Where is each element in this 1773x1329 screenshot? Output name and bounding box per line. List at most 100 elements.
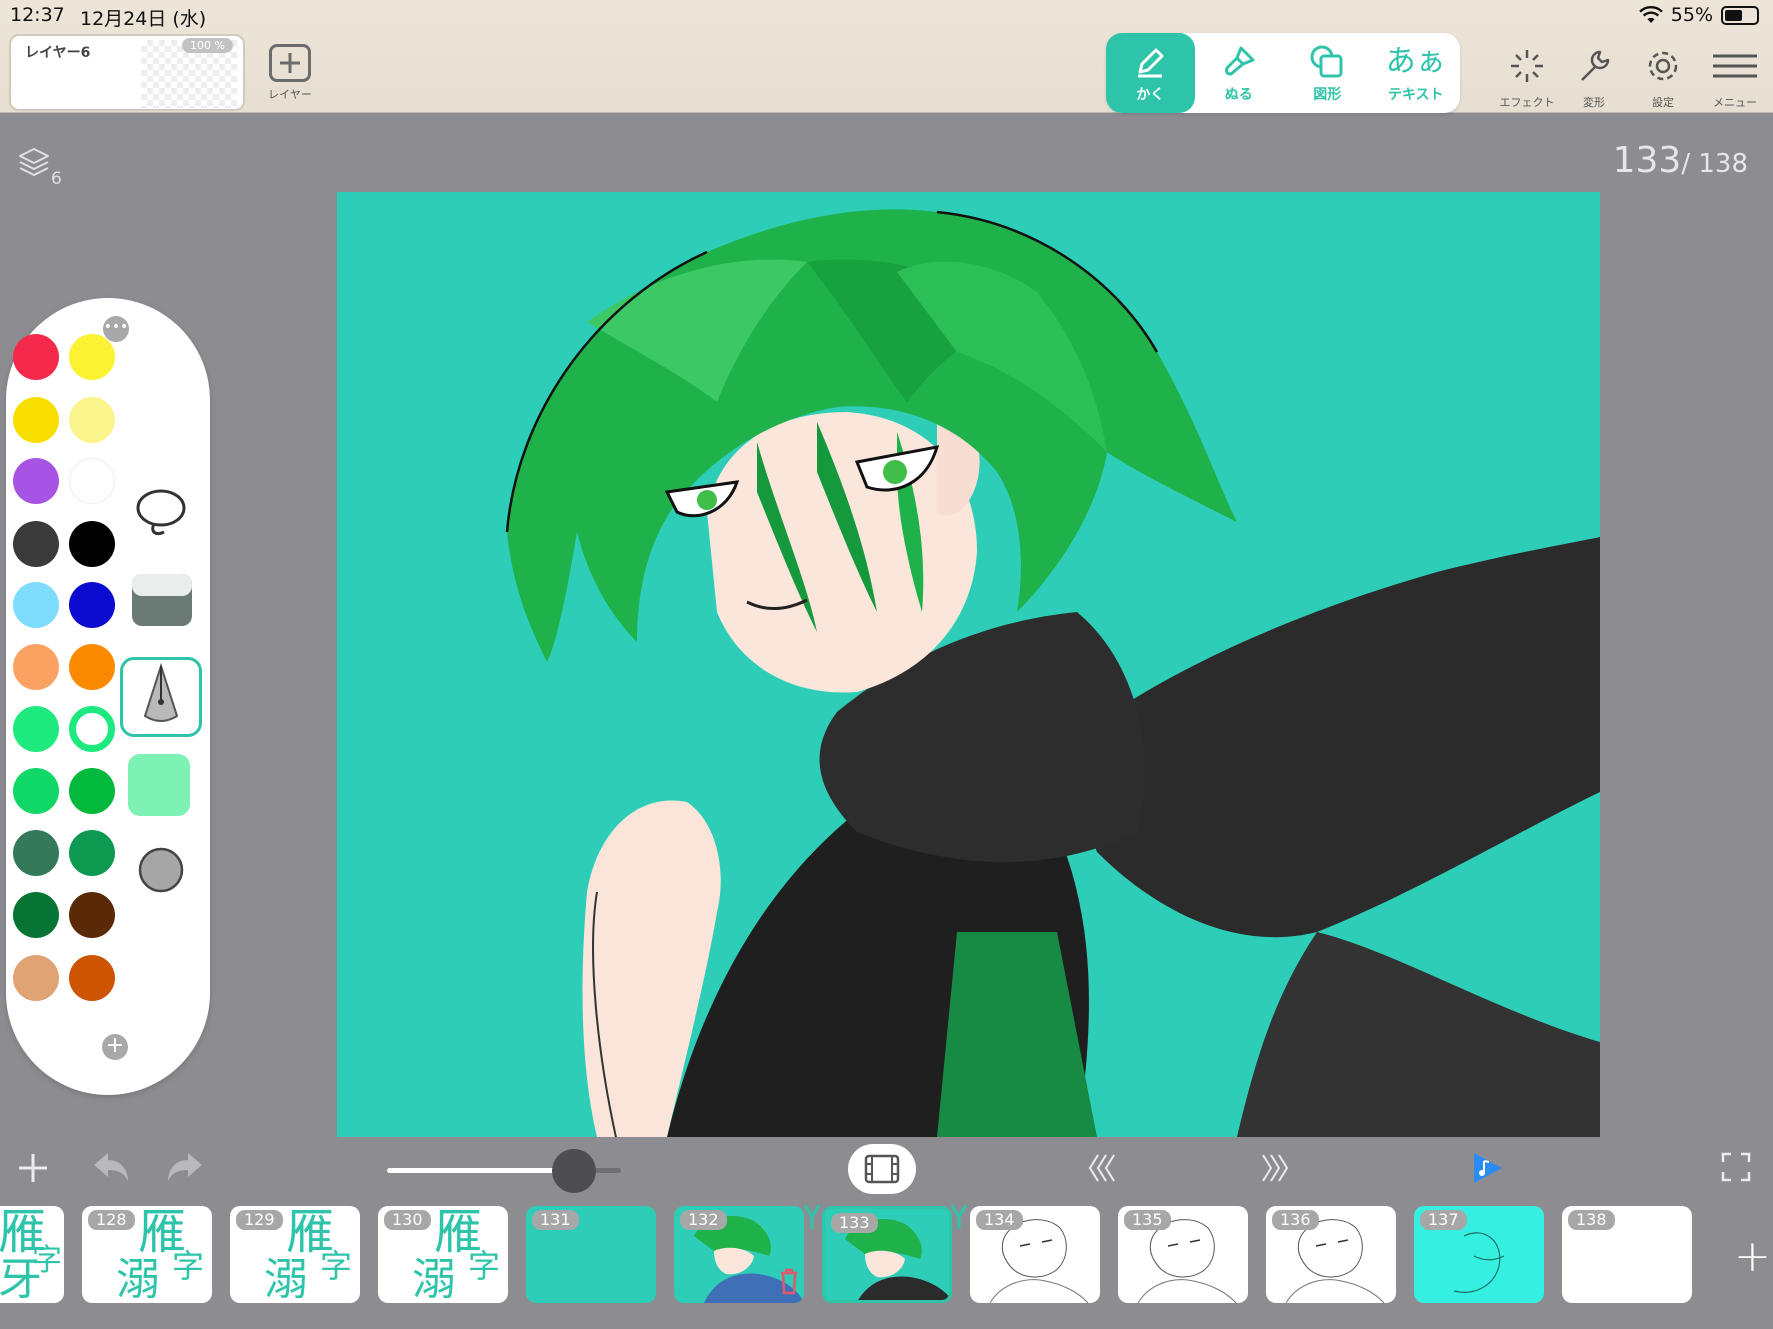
timeline-frame[interactable]: 133: [822, 1206, 952, 1303]
layer-count: 6: [51, 169, 62, 189]
frame-kanji: 字: [468, 1247, 501, 1285]
timeline-frame[interactable]: 137: [1414, 1206, 1544, 1303]
current-layer-card[interactable]: レイヤー6 100 %: [9, 34, 245, 111]
battery-icon: [1721, 5, 1759, 25]
color-swatch[interactable]: [69, 458, 115, 504]
color-swatch[interactable]: [69, 582, 115, 628]
color-swatch[interactable]: [69, 397, 115, 443]
color-swatch[interactable]: [69, 830, 115, 876]
menu-label: メニュー: [1713, 96, 1757, 109]
film-icon: [864, 1154, 900, 1184]
timeline-frame[interactable]: 雁溺字 128: [82, 1206, 212, 1303]
frame-kanji: 溺: [412, 1254, 456, 1303]
color-swatch[interactable]: [69, 768, 115, 814]
timeline-frame[interactable]: 雁牙字: [0, 1206, 64, 1303]
undo-icon[interactable]: [90, 1151, 130, 1185]
color-swatch[interactable]: [13, 830, 59, 876]
battery-percent: 55%: [1670, 4, 1713, 26]
menu-button[interactable]: メニュー: [1704, 46, 1766, 110]
frame-kanji: 字: [172, 1247, 205, 1285]
tool-text[interactable]: あぁ テキスト: [1372, 33, 1461, 113]
color-palette: ••• +: [6, 298, 210, 1095]
next-frame-icon[interactable]: [1259, 1151, 1293, 1185]
color-swatch[interactable]: [13, 768, 59, 814]
color-swatch[interactable]: [69, 892, 115, 938]
eraser-tool[interactable]: [120, 556, 202, 636]
color-swatch[interactable]: [69, 334, 115, 380]
zoom-slider-fill: [387, 1168, 574, 1173]
add-frame-button[interactable]: +: [1734, 1231, 1771, 1282]
layers-count-button[interactable]: 6: [18, 146, 62, 189]
frame-number: 130: [384, 1210, 431, 1230]
add-layer-icon: [269, 44, 311, 82]
palette-more-button[interactable]: •••: [103, 316, 129, 342]
tool-fill-label: ぬる: [1224, 87, 1253, 103]
zoom-slider-knob[interactable]: [552, 1149, 596, 1193]
color-swatch[interactable]: [13, 955, 59, 1001]
add-layer-button[interactable]: レイヤー: [262, 44, 318, 102]
wifi-icon: [1638, 6, 1663, 23]
brush-size-button[interactable]: [120, 830, 202, 910]
frame-number: 134: [976, 1210, 1023, 1230]
tool-text-label: テキスト: [1387, 87, 1444, 103]
timeline-frame[interactable]: 131: [526, 1206, 656, 1303]
current-frame-number: 133: [1612, 140, 1682, 181]
color-swatch[interactable]: [69, 521, 115, 567]
paint-brush-icon: [1224, 46, 1255, 76]
color-swatch[interactable]: [13, 397, 59, 443]
trash-icon[interactable]: [778, 1267, 800, 1295]
tool-draw-label: かく: [1136, 87, 1165, 103]
color-swatch[interactable]: [13, 334, 59, 380]
film-view-button[interactable]: [848, 1144, 916, 1194]
timeline-frame[interactable]: 136: [1266, 1206, 1396, 1303]
color-swatch[interactable]: [13, 458, 59, 504]
color-opacity-preview[interactable]: [120, 746, 202, 826]
timeline-frame[interactable]: 雁溺字 129: [230, 1206, 360, 1303]
color-swatch[interactable]: [69, 955, 115, 1001]
timeline-frame[interactable]: 135: [1118, 1206, 1248, 1303]
keyframe-marker-icon: [950, 1204, 968, 1229]
tool-fill[interactable]: ぬる: [1195, 33, 1284, 113]
color-swatch[interactable]: [13, 521, 59, 567]
drawing-canvas[interactable]: [337, 192, 1600, 1137]
artwork-illustration: [337, 192, 1600, 1137]
selected-color-swatch[interactable]: [69, 706, 115, 752]
settings-button[interactable]: 設定: [1632, 46, 1694, 110]
frame-number: 132: [680, 1210, 727, 1230]
status-time: 12:37: [10, 4, 65, 26]
lasso-tool[interactable]: [120, 474, 202, 554]
color-swatch[interactable]: [69, 644, 115, 690]
pen-tool[interactable]: [120, 657, 202, 737]
transform-label: 変形: [1583, 96, 1605, 109]
redo-icon[interactable]: [166, 1151, 206, 1185]
gear-icon: [1648, 51, 1678, 81]
add-layer-label: レイヤー: [268, 88, 312, 101]
status-date: 12月24日 (水): [80, 8, 207, 30]
effect-button[interactable]: エフェクト: [1496, 46, 1558, 110]
previous-frame-icon[interactable]: [1084, 1151, 1118, 1185]
color-swatch[interactable]: [13, 582, 59, 628]
timeline-frame[interactable]: 138: [1562, 1206, 1692, 1303]
sparkle-icon: [1511, 50, 1543, 82]
timeline-frame[interactable]: 134: [970, 1206, 1100, 1303]
layer-name: レイヤー6: [25, 45, 91, 61]
timeline-frame[interactable]: 雁溺字 130: [378, 1206, 508, 1303]
color-swatch[interactable]: [13, 644, 59, 690]
fullscreen-icon[interactable]: [1720, 1151, 1752, 1183]
animation-control-bar: [0, 1137, 1773, 1203]
add-icon[interactable]: [16, 1151, 50, 1185]
frame-number: 136: [1272, 1210, 1319, 1230]
tool-shapes[interactable]: 図形: [1283, 33, 1372, 113]
timeline-frame[interactable]: 132: [674, 1206, 804, 1303]
eraser-icon: [132, 574, 192, 626]
transform-button[interactable]: 変形: [1563, 46, 1625, 110]
play-with-music-icon[interactable]: [1470, 1151, 1504, 1185]
color-swatch[interactable]: [13, 706, 59, 752]
frame-kanji: 字: [32, 1243, 62, 1278]
tool-draw[interactable]: かく: [1106, 33, 1195, 113]
layers-stack-icon: [19, 148, 49, 177]
add-color-button[interactable]: +: [102, 1034, 128, 1060]
brush-size-icon: [138, 847, 184, 893]
hamburger-menu-icon: [1713, 54, 1757, 78]
color-swatch[interactable]: [13, 892, 59, 938]
